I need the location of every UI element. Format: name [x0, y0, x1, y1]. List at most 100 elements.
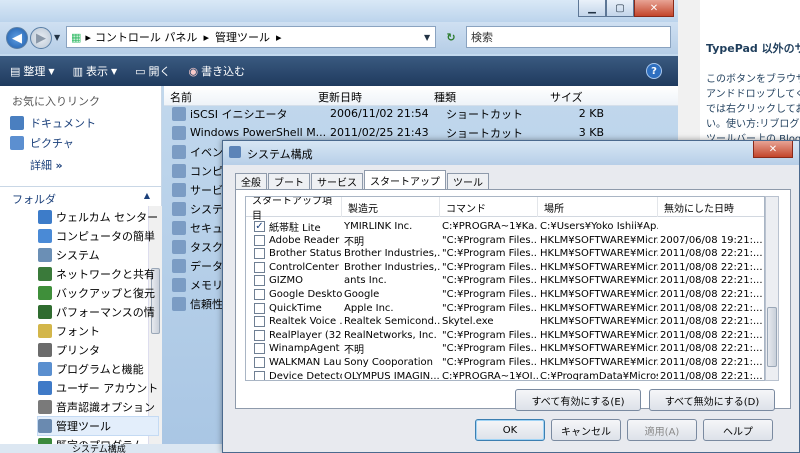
- column-disabled-date[interactable]: 無効にした日時: [658, 197, 764, 217]
- startup-cell-maker: OLYMPUS IMAGIN...: [344, 370, 440, 381]
- startup-checkbox[interactable]: [254, 316, 265, 328]
- burn-button[interactable]: ◉ 書き込む: [189, 63, 246, 79]
- column-manufacturer[interactable]: 製造元: [342, 197, 440, 217]
- disable-all-button[interactable]: すべて無効にする(D): [649, 389, 775, 411]
- dialog-tab[interactable]: サービス: [311, 173, 363, 189]
- tree-item[interactable]: コンピュータの簡単: [38, 227, 158, 245]
- recent-pages-icon[interactable]: ▼: [54, 33, 60, 42]
- column-location[interactable]: 場所: [538, 197, 658, 217]
- help-button[interactable]: ヘルプ: [703, 419, 773, 441]
- startup-scrollbar-thumb[interactable]: [767, 307, 777, 367]
- column-name[interactable]: 名前: [170, 89, 192, 105]
- column-command[interactable]: コマンド: [440, 197, 538, 217]
- help-icon[interactable]: ?: [646, 63, 662, 79]
- column-size[interactable]: サイズ: [550, 89, 583, 105]
- tree-item[interactable]: フォント: [38, 322, 158, 340]
- startup-checkbox[interactable]: [254, 370, 265, 380]
- file-size: 3 KB: [578, 126, 604, 139]
- tree-item-label: ユーザー アカウント: [56, 382, 158, 395]
- startup-item-cell: Device Detector...: [246, 369, 342, 380]
- startup-checkbox[interactable]: [254, 234, 265, 246]
- close-button[interactable]: ✕: [634, 0, 674, 17]
- cancel-button[interactable]: キャンセル: [551, 419, 621, 441]
- startup-list: スタートアップ項目 製造元 コマンド 場所 無効にした日時 ✓ 紙帯駐 Lite Y…: [245, 196, 765, 381]
- shortcut-icon: [172, 182, 186, 197]
- startup-list-scrollbar[interactable]: [765, 196, 779, 381]
- address-field[interactable]: ▦ ▸ コントロール パネル ▸ 管理ツール ▸: [66, 26, 436, 48]
- startup-item-name: Google Desktop: [269, 289, 342, 300]
- minimize-button[interactable]: ▁: [578, 0, 606, 17]
- startup-row[interactable]: Device Detector...OLYMPUS IMAGIN...C:¥PR…: [246, 369, 764, 381]
- file-type: ショートカット: [446, 126, 523, 140]
- folder-item-icon: [38, 248, 52, 262]
- folder-item-icon: [38, 362, 52, 376]
- search-input[interactable]: 検索: [466, 26, 671, 48]
- folders-header[interactable]: フォルダ ▲: [0, 186, 162, 206]
- tree-item[interactable]: バックアップと復元: [38, 284, 158, 302]
- dialog-tab[interactable]: ツール: [447, 173, 489, 189]
- tree-item[interactable]: ユーザー アカウント: [38, 379, 158, 397]
- column-startup-item[interactable]: スタートアップ項目: [246, 197, 342, 222]
- startup-checkbox[interactable]: [254, 248, 265, 260]
- startup-checkbox[interactable]: [254, 289, 265, 300]
- dialog-close-button[interactable]: ✕: [753, 141, 793, 158]
- startup-checkbox[interactable]: [254, 357, 265, 368]
- dialog-titlebar: システム構成 ✕: [223, 141, 799, 165]
- open-button[interactable]: ▭ 開く: [135, 63, 170, 79]
- refresh-icon[interactable]: ↻: [440, 26, 462, 48]
- startup-checkbox[interactable]: ✓: [254, 221, 265, 232]
- startup-checkbox[interactable]: [254, 261, 265, 273]
- folder-item-icon: [38, 210, 52, 224]
- dialog-tabs: 全般 ブート サービス スタートアップ ツール: [235, 170, 490, 189]
- startup-checkbox[interactable]: [254, 329, 265, 341]
- forward-button[interactable]: ▶: [30, 27, 52, 49]
- open-icon: ▭: [135, 64, 146, 78]
- sidebar-line: い。使い方:リブログし: [706, 119, 800, 130]
- tree-item[interactable]: 管理ツール: [37, 416, 159, 436]
- startup-checkbox[interactable]: [254, 302, 265, 314]
- dialog-tab[interactable]: ブート: [268, 173, 310, 189]
- maximize-button[interactable]: ▢: [606, 0, 634, 17]
- tree-item-label: プリンタ: [56, 344, 100, 357]
- tree-item[interactable]: ウェルカム センター: [38, 208, 158, 226]
- dialog-tab[interactable]: 全般: [235, 173, 267, 189]
- startup-item-name: Brother Status ...: [269, 248, 342, 260]
- back-button[interactable]: ◀: [6, 27, 28, 49]
- apply-button[interactable]: 適用(A): [627, 419, 697, 441]
- favorite-pictures[interactable]: ピクチャ: [10, 135, 74, 151]
- address-segment[interactable]: コントロール パネル: [95, 29, 198, 45]
- tree-item[interactable]: ネットワークと共有: [38, 265, 158, 283]
- favorite-documents[interactable]: ドキュメント: [10, 115, 96, 131]
- shortcut-icon: [172, 296, 186, 311]
- file-row[interactable]: iSCSI イニシエータ 2006/11/02 21:54 ショートカット 2 KB: [166, 104, 678, 123]
- file-date: 2011/02/25 21:43: [330, 126, 429, 139]
- startup-checkbox[interactable]: [254, 275, 265, 287]
- startup-checkbox[interactable]: [254, 343, 265, 355]
- views-button[interactable]: ▥ 表示 ▼: [73, 63, 118, 79]
- organize-button[interactable]: ▤ 整理 ▼: [10, 63, 55, 79]
- tree-item-label: プログラムと機能: [56, 363, 144, 376]
- address-segment[interactable]: 管理ツール: [215, 29, 270, 45]
- dialog-tab[interactable]: スタートアップ: [364, 170, 446, 189]
- tree-item[interactable]: 音声認識オプション: [38, 398, 158, 416]
- tree-item[interactable]: プログラムと機能: [38, 360, 158, 378]
- tree-item[interactable]: システム: [38, 246, 158, 264]
- folder-item-icon: [38, 324, 52, 338]
- sidebar-line: アンドドロップしてくださ: [706, 89, 800, 100]
- enable-all-button[interactable]: すべて有効にする(E): [515, 389, 641, 411]
- column-date[interactable]: 更新日時: [318, 89, 362, 105]
- documents-icon: [10, 116, 24, 130]
- more-link[interactable]: 詳細 »: [30, 157, 63, 173]
- startup-item-name: Adobe Reader S...: [269, 234, 342, 246]
- shortcut-icon: [172, 258, 186, 273]
- tree-item[interactable]: パフォーマンスの情: [38, 303, 158, 321]
- address-dropdown-icon[interactable]: ▼: [424, 26, 436, 48]
- sidebar-line: では右クリックしてお気: [706, 104, 800, 115]
- file-name: iSCSI イニシエータ: [190, 107, 288, 121]
- shortcut-icon: [172, 239, 186, 254]
- shortcut-icon: [172, 144, 186, 159]
- column-type[interactable]: 種類: [434, 89, 456, 105]
- ok-button[interactable]: OK: [475, 419, 545, 441]
- folder-item-icon: [38, 305, 52, 319]
- tree-item[interactable]: プリンタ: [38, 341, 158, 359]
